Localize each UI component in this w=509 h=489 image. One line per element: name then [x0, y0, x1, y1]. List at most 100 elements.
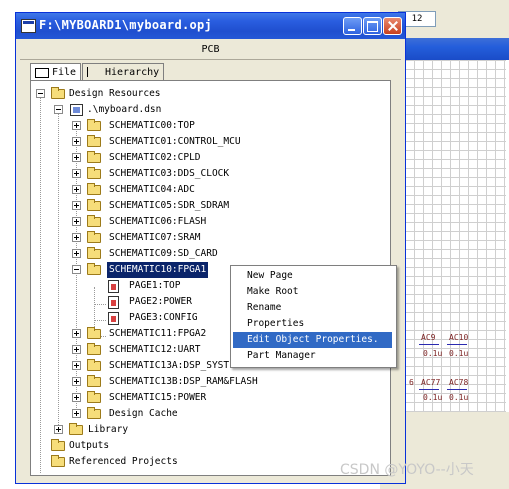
partial-label: 6	[409, 378, 414, 387]
watermark: CSDN @YOYO--小天	[340, 462, 474, 478]
window-titlebar[interactable]: F:\MYBOARD1\myboard.opj	[16, 13, 405, 39]
tree-item-label: SCHEMATIC09:SD_CARD	[109, 248, 218, 259]
folder-icon	[35, 68, 49, 78]
tree-item-label: Design Resources	[69, 88, 161, 99]
collapse-icon[interactable]	[36, 89, 45, 98]
expand-icon[interactable]	[72, 153, 81, 162]
capacitor-symbol	[419, 344, 439, 345]
folder-icon	[51, 439, 65, 451]
folder-icon	[87, 199, 101, 211]
tree-item-label: Library	[88, 424, 129, 435]
expand-icon[interactable]	[72, 249, 81, 258]
expand-icon[interactable]	[72, 345, 81, 354]
schematic-page-icon	[108, 280, 119, 293]
project-icon	[21, 19, 36, 33]
tree-item-label: PAGE2:POWER	[129, 296, 192, 307]
tab-hierarchy[interactable]: Hierarchy	[82, 63, 164, 80]
minimize-button[interactable]	[343, 17, 362, 35]
menu-item-make-root[interactable]: Make Root	[233, 284, 392, 300]
tree-item-label: SCHEMATIC01:CONTROL_MCU	[109, 136, 241, 147]
schematic-page-icon	[108, 312, 119, 325]
tree-line	[94, 320, 106, 321]
folder-icon	[87, 407, 101, 419]
tree-item-label: SCHEMATIC05:SDR_SDRAM	[109, 200, 230, 211]
expand-icon[interactable]	[54, 425, 63, 434]
tree-item-label: SCHEMATIC15:POWER	[109, 392, 207, 403]
maximize-button[interactable]	[363, 17, 382, 35]
tree-line	[40, 95, 41, 473]
schematic-page-icon	[108, 296, 119, 309]
folder-icon	[87, 151, 101, 163]
tree-item-label-selected: SCHEMATIC10:FPGA1	[107, 262, 209, 278]
tab-file-label: File	[52, 67, 77, 78]
tree-item-label: SCHEMATIC11:FPGA2	[109, 328, 207, 339]
folder-icon	[87, 167, 101, 179]
tree-item-label: Design Cache	[109, 408, 178, 419]
menu-item-properties[interactable]: Properties	[233, 316, 392, 332]
expand-icon[interactable]	[72, 361, 81, 370]
capacitor-symbol	[419, 389, 439, 390]
expand-icon[interactable]	[72, 201, 81, 210]
folder-icon	[87, 359, 101, 371]
tree-item-label: SCHEMATIC03:DDS_CLOCK	[109, 168, 230, 179]
menu-item-rename[interactable]: Rename	[233, 300, 392, 316]
close-button[interactable]	[383, 17, 402, 35]
menu-item-new-page[interactable]: New Page	[233, 268, 392, 284]
tree-item-label: SCHEMATIC12:UART	[109, 344, 201, 355]
expand-icon[interactable]	[72, 233, 81, 242]
component-value-ac77: 0.1u	[423, 393, 443, 402]
tree-item-label: SCHEMATIC04:ADC	[109, 184, 195, 195]
tree-item-label: Referenced Projects	[69, 456, 178, 467]
collapse-icon[interactable]	[72, 265, 81, 274]
expand-icon[interactable]	[72, 121, 81, 130]
tree-item-label: PAGE3:CONFIG	[129, 312, 198, 323]
folder-open-icon	[51, 87, 65, 99]
folder-open-icon	[87, 263, 101, 275]
tree-item-label: SCHEMATIC06:FLASH	[109, 216, 207, 227]
component-ref-ac10[interactable]: AC10	[449, 333, 468, 342]
tree-line	[94, 304, 106, 305]
capacitor-symbol	[447, 344, 467, 345]
expand-icon[interactable]	[72, 329, 81, 338]
menu-item-part-manager[interactable]: Part Manager	[233, 348, 392, 364]
tree-item-label: SCHEMATIC02:CPLD	[109, 152, 201, 163]
project-manager-window: F:\MYBOARD1\myboard.opj PCB File Hierarc…	[15, 12, 406, 484]
collapse-icon[interactable]	[54, 105, 63, 114]
tree-item-label: SCHEMATIC13B:DSP_RAM&FLASH	[109, 376, 258, 387]
folder-icon	[87, 327, 101, 339]
window-title: F:\MYBOARD1\myboard.opj	[39, 18, 213, 32]
folder-icon	[69, 423, 83, 435]
component-value-ac78: 0.1u	[449, 393, 469, 402]
expand-icon[interactable]	[72, 377, 81, 386]
expand-icon[interactable]	[72, 137, 81, 146]
folder-icon	[87, 231, 101, 243]
component-ref-ac77[interactable]: AC77	[421, 378, 440, 387]
expand-icon[interactable]	[72, 217, 81, 226]
folder-icon	[87, 391, 101, 403]
tree-item-label: SCHEMATIC13A:DSP_SYSTEM	[109, 360, 241, 371]
folder-icon	[87, 215, 101, 227]
component-value-ac9: 0.1u	[423, 349, 443, 358]
context-menu: New Page Make Root Rename Properties Edi…	[230, 265, 397, 368]
expand-icon[interactable]	[72, 393, 81, 402]
tree-item-label: SCHEMATIC07:SRAM	[109, 232, 201, 243]
tab-file[interactable]: File	[30, 63, 81, 81]
expand-icon[interactable]	[72, 169, 81, 178]
tree-item-label: .\myboard.dsn	[87, 104, 162, 115]
component-value-ac10: 0.1u	[449, 349, 469, 358]
component-ref-ac9[interactable]: AC9	[421, 333, 435, 342]
design-file-icon	[70, 104, 83, 116]
component-ref-ac78[interactable]: AC78	[449, 378, 468, 387]
tree-item-label: Outputs	[69, 440, 110, 451]
menu-item-edit-object-properties[interactable]: Edit Object Properties.	[233, 332, 392, 348]
tab-hierarchy-label: Hierarchy	[105, 67, 160, 78]
folder-icon	[87, 375, 101, 387]
tree-item-label: PAGE1:TOP	[129, 280, 181, 291]
hierarchy-icon	[87, 67, 98, 77]
expand-icon[interactable]	[72, 409, 81, 418]
tree-line	[58, 110, 59, 427]
folder-icon	[87, 343, 101, 355]
expand-icon[interactable]	[72, 185, 81, 194]
folder-icon	[87, 183, 101, 195]
folder-icon	[87, 247, 101, 259]
